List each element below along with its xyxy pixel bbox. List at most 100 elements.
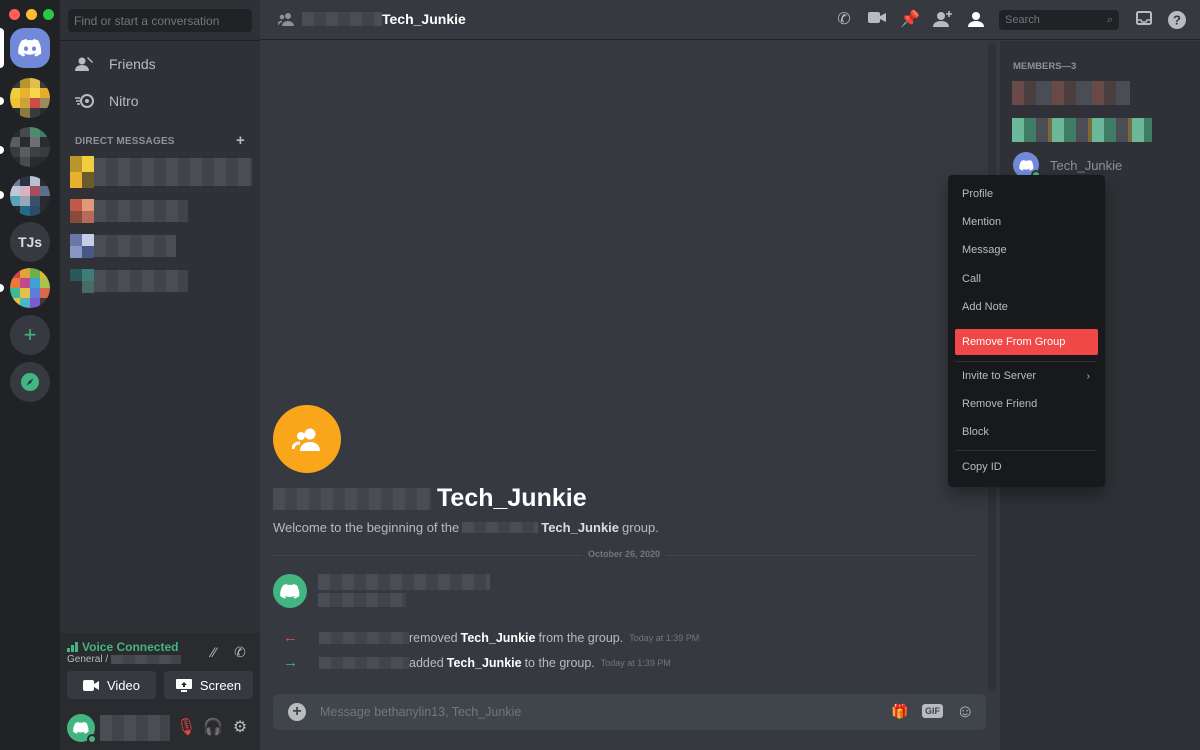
server-initials: TJs: [17, 234, 43, 250]
menu-item-remove-friend[interactable]: Remove Friend: [955, 391, 1098, 417]
menu-item-call[interactable]: Call: [955, 266, 1098, 292]
server-icon[interactable]: [10, 268, 50, 308]
avatar-pixel: [10, 137, 20, 147]
dm-item[interactable]: [70, 199, 188, 223]
date-label: October 26, 2020: [581, 549, 667, 559]
avatar-pixel: [30, 278, 40, 288]
avatar-pixel: [30, 88, 40, 98]
menu-item-message[interactable]: Message: [955, 237, 1098, 263]
sidebar-item-nitro[interactable]: Nitro: [75, 93, 139, 109]
dm-item[interactable]: [70, 269, 188, 293]
avatar-pixel: [40, 268, 50, 278]
server-icon[interactable]: [10, 176, 50, 216]
pinned-messages-icon[interactable]: 📌: [900, 11, 920, 29]
avatar-pixel: [10, 298, 20, 308]
add-friends-to-dm-icon[interactable]: [933, 11, 953, 29]
avatar-pixel: [20, 206, 30, 216]
emoji-icon[interactable]: ☺: [956, 701, 974, 722]
dm-name-redacted: [94, 235, 176, 257]
screen-share-button[interactable]: Screen: [164, 671, 253, 699]
group-title: Tech_Junkie: [278, 11, 466, 27]
avatar-pixel: [20, 278, 30, 288]
avatar-pixel: [40, 176, 50, 186]
discord-logo-icon: [280, 583, 300, 599]
menu-item-copy-id[interactable]: Copy ID: [955, 454, 1098, 480]
dm-item[interactable]: [70, 156, 252, 188]
redacted-text: [462, 522, 539, 533]
menu-item-remove-from-group[interactable]: Remove From Group: [955, 329, 1098, 355]
minimize-window-button[interactable]: [26, 9, 37, 20]
server-icon[interactable]: [10, 78, 50, 118]
explore-servers-button[interactable]: [10, 362, 50, 402]
add-server-button[interactable]: +: [10, 315, 50, 355]
message-input[interactable]: Message bethanylin13, Tech_Junkie: [320, 705, 521, 719]
sidebar-item-friends[interactable]: Friends: [75, 56, 156, 72]
avatar-pixel: [70, 281, 82, 293]
voice-channel[interactable]: General /: [67, 654, 181, 665]
avatar[interactable]: [273, 574, 307, 608]
avatar-pixel: [10, 196, 20, 206]
find-conversation-input[interactable]: Find or start a conversation: [68, 9, 252, 32]
avatar[interactable]: [67, 714, 97, 744]
message-author-redacted: [318, 574, 490, 590]
avatar-pixel: [40, 196, 50, 206]
server-tjs[interactable]: TJs: [10, 222, 50, 262]
gear-icon[interactable]: ⚙: [230, 719, 250, 737]
start-video-call-icon[interactable]: [867, 11, 887, 29]
avatar-pixel: [40, 98, 50, 108]
avatar-pixel: [40, 88, 50, 98]
search-input[interactable]: Search ⌕: [999, 10, 1119, 30]
menu-item-invite-to-server[interactable]: Invite to Server ›: [955, 363, 1098, 389]
video-button[interactable]: Video: [67, 671, 156, 699]
avatar-pixel: [70, 234, 82, 246]
maximize-window-button[interactable]: [43, 9, 54, 20]
member-name[interactable]: Tech_Junkie: [1050, 158, 1122, 173]
home-button[interactable]: [10, 28, 50, 68]
avatar-pixel: [70, 211, 82, 223]
server-avatar-3: [10, 176, 50, 216]
avatar-pixel: [30, 288, 40, 298]
headphones-icon[interactable]: 🎧: [203, 719, 223, 737]
group-welcome-title: Tech_Junkie: [273, 484, 587, 513]
menu-item-mention[interactable]: Mention: [955, 209, 1098, 235]
avatar-pixel: [40, 206, 50, 216]
avatar-pixel: [20, 78, 30, 88]
dm-item[interactable]: [70, 234, 176, 258]
avatar-pixel: [40, 288, 50, 298]
gift-icon[interactable]: 🎁: [891, 703, 908, 720]
avatar-pixel: [10, 157, 20, 167]
member-item[interactable]: [1012, 80, 1130, 106]
close-window-button[interactable]: [9, 9, 20, 20]
system-target[interactable]: Tech_Junkie: [461, 631, 536, 645]
noise-suppression-icon[interactable]: ⁄⁄: [204, 643, 224, 661]
message-composer[interactable]: + Message bethanylin13, Tech_Junkie 🎁 GI…: [273, 694, 986, 730]
avatar-pixel: [70, 172, 82, 188]
search-placeholder: Search: [1005, 14, 1040, 26]
avatar-pixel: [30, 206, 40, 216]
start-voice-call-icon[interactable]: ✆: [834, 11, 854, 29]
avatar-pixel: [40, 108, 50, 118]
attach-file-icon[interactable]: +: [288, 703, 306, 721]
create-dm-button[interactable]: +: [236, 132, 245, 149]
inbox-icon[interactable]: [1134, 11, 1154, 29]
gif-icon[interactable]: GIF: [922, 704, 943, 718]
member-item[interactable]: [1012, 117, 1152, 143]
username-redacted: [100, 715, 170, 741]
avatar-pixel: [30, 298, 40, 308]
system-message: → added Tech_Junkie to the group. Today …: [283, 654, 671, 671]
system-action: removed: [409, 630, 458, 645]
menu-item-profile[interactable]: Profile: [955, 181, 1098, 207]
avatar-pixel: [40, 137, 50, 147]
mute-microphone-icon[interactable]: 🎙: [176, 719, 196, 737]
menu-item-add-note[interactable]: Add Note: [955, 294, 1098, 320]
avatar-pixel: [40, 127, 50, 137]
menu-item-block[interactable]: Block: [955, 419, 1098, 445]
redacted-text: [273, 487, 431, 510]
server-icon[interactable]: [10, 127, 50, 167]
member-list-icon[interactable]: [966, 11, 986, 29]
help-icon[interactable]: ?: [1167, 11, 1187, 29]
disconnect-call-icon[interactable]: ✆: [230, 643, 250, 661]
system-target[interactable]: Tech_Junkie: [447, 656, 522, 670]
server-avatar-2: [10, 127, 50, 167]
group-avatar: [273, 405, 341, 473]
